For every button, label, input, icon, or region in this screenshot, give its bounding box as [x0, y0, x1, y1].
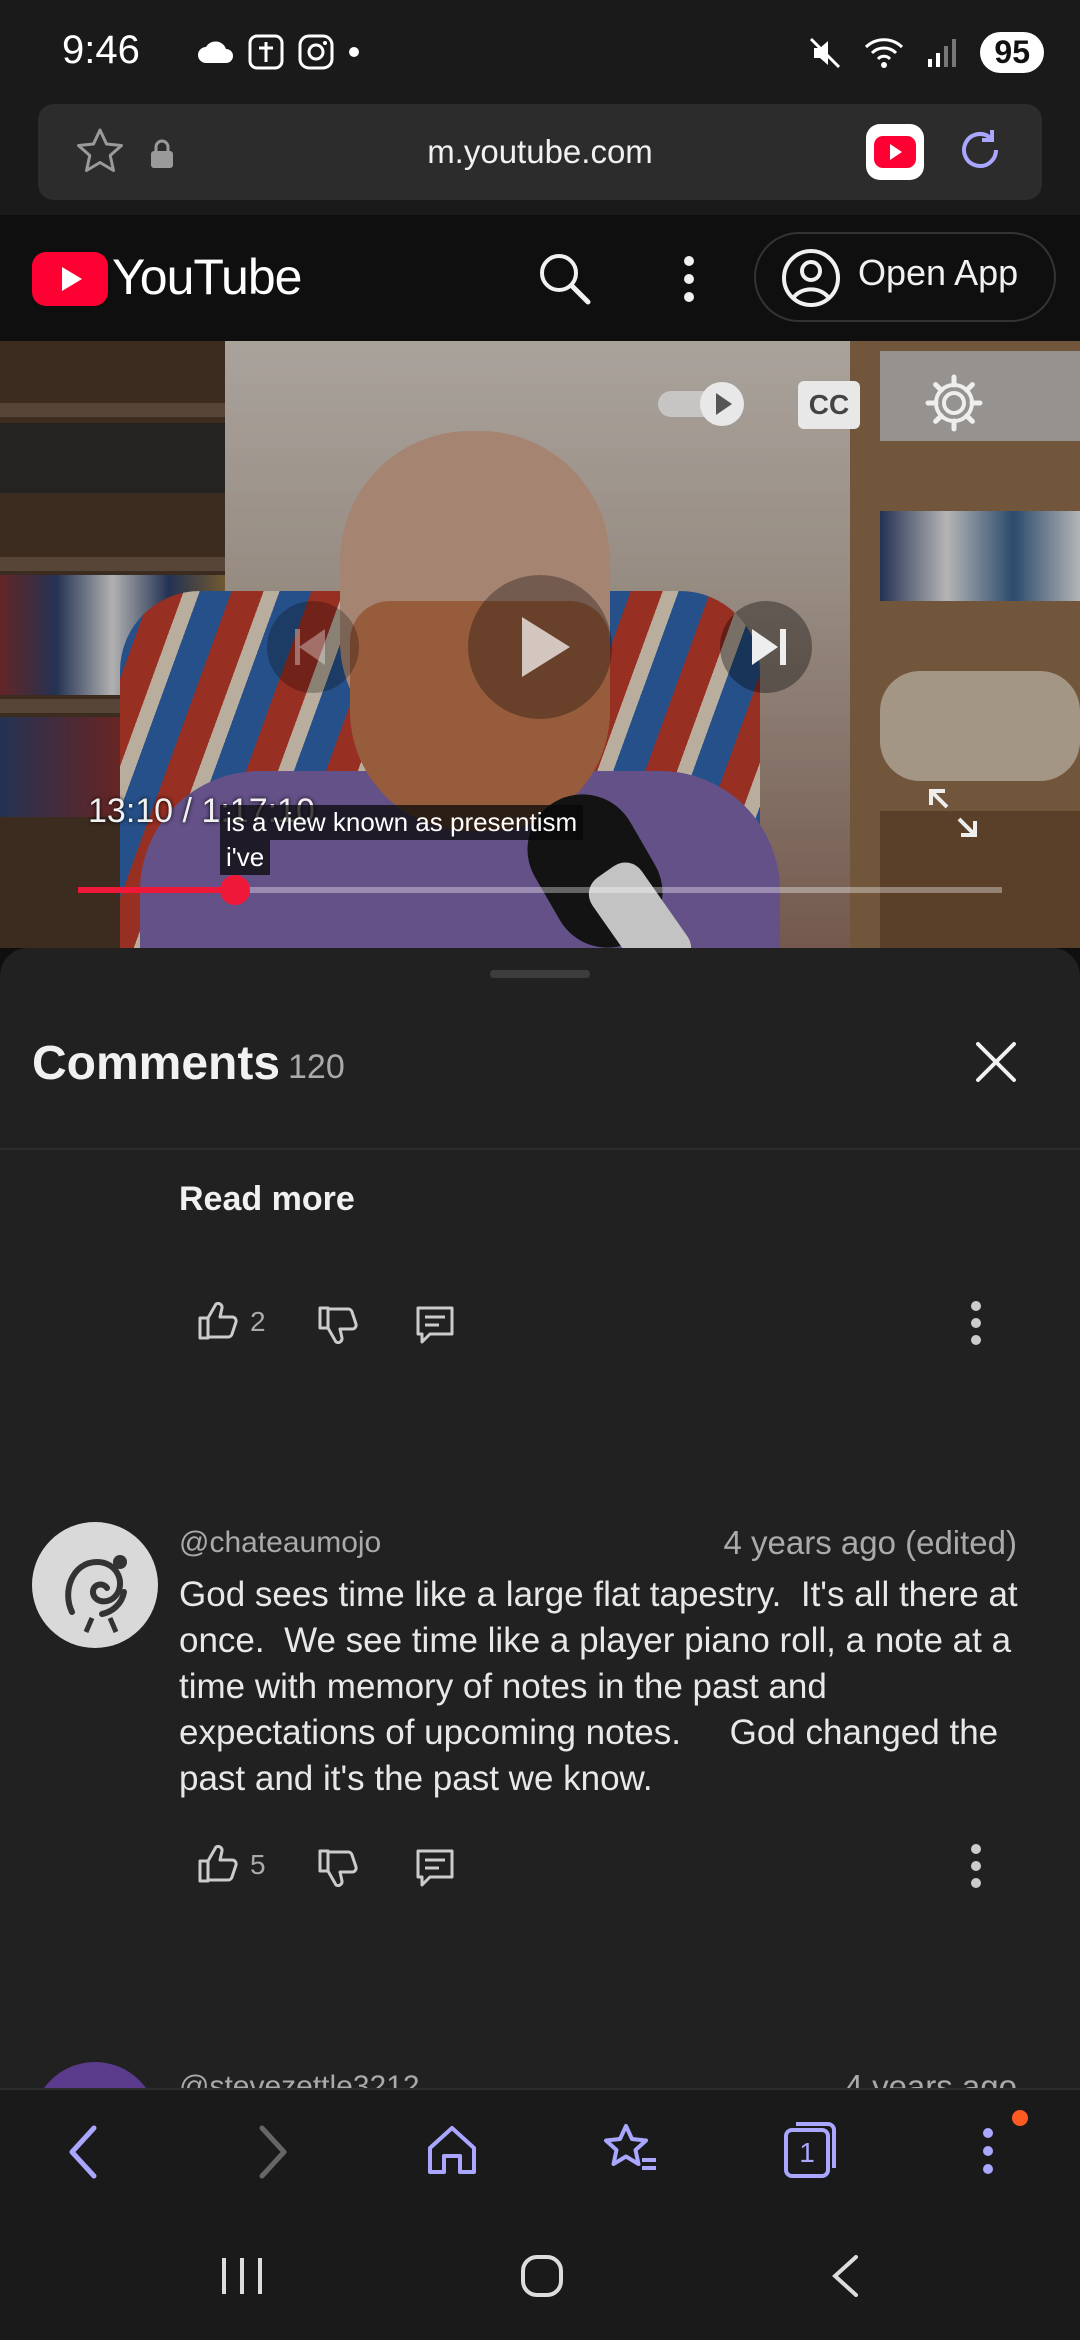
- battery-indicator: 95: [980, 32, 1044, 73]
- instagram-icon: [298, 34, 334, 70]
- like-icon[interactable]: [196, 1300, 238, 1342]
- comment-age: 4 years ago (edited): [723, 1524, 1017, 1561]
- comments-title: Comments: [32, 1037, 281, 1090]
- progress-fill: [78, 887, 235, 893]
- comments-panel: [0, 948, 1080, 2088]
- comment-menu-icon[interactable]: [968, 1300, 984, 1346]
- tab-count: 1: [799, 2137, 815, 2168]
- youtube-logo-text[interactable]: YouTube: [112, 248, 302, 306]
- dislike-icon[interactable]: [316, 1847, 358, 1889]
- comment-peek: @stevezettle3212 4 years ago: [0, 2060, 1080, 2088]
- home-button-icon[interactable]: [520, 2254, 564, 2298]
- browser-menu-icon[interactable]: [980, 2126, 996, 2176]
- browser-bottom-bar: [0, 2088, 1080, 2220]
- time-separator: /: [173, 792, 202, 830]
- comment-menu-icon[interactable]: [968, 1843, 984, 1889]
- back-icon[interactable]: [66, 2124, 100, 2180]
- more-options-icon[interactable]: [680, 254, 698, 304]
- system-back-icon[interactable]: [830, 2254, 860, 2298]
- comment-author[interactable]: @stevezettle3212: [179, 2070, 420, 2088]
- captions-button[interactable]: CC: [798, 381, 860, 429]
- divider: [0, 1148, 1080, 1150]
- status-icons-left: [196, 34, 360, 70]
- settings-gear-icon[interactable]: [924, 373, 984, 433]
- dislike-icon[interactable]: [316, 1304, 358, 1346]
- play-icon[interactable]: [466, 573, 614, 721]
- status-icons-right: 95: [808, 32, 1044, 73]
- tabs-button[interactable]: 1: [782, 2120, 838, 2180]
- forward-icon[interactable]: [256, 2124, 290, 2180]
- like-count: 2: [250, 1306, 266, 1337]
- notification-app-icon: [248, 34, 284, 70]
- like-icon[interactable]: [196, 1843, 238, 1885]
- previous-video-icon[interactable]: [265, 599, 361, 695]
- recent-apps-icon[interactable]: [220, 2256, 264, 2296]
- read-more-button[interactable]: Read more: [179, 1180, 355, 1219]
- caption-box: is a view known as presentism i've: [220, 805, 584, 875]
- search-icon[interactable]: [536, 250, 592, 306]
- time-current: 13:10: [88, 792, 174, 830]
- youtube-logo-icon[interactable]: [32, 252, 108, 306]
- comment-age: 4 years ago: [844, 2068, 1017, 2088]
- account-icon: [780, 247, 842, 309]
- dot-icon: [348, 46, 360, 58]
- reply-icon[interactable]: [414, 1304, 456, 1346]
- home-icon[interactable]: [424, 2122, 480, 2178]
- avatar[interactable]: [32, 1522, 158, 1648]
- drag-handle[interactable]: [490, 970, 590, 978]
- comment-text: God sees time like a large flat tapestry…: [179, 1575, 1028, 1798]
- next-video-icon[interactable]: [718, 599, 814, 695]
- cloud-icon: [196, 39, 234, 65]
- progress-scrubber[interactable]: [220, 875, 250, 905]
- lock-icon: [148, 138, 176, 170]
- caption-line: i've: [220, 840, 271, 875]
- comments-count: 120: [288, 1048, 345, 1086]
- comment-author[interactable]: @chateaumojo: [179, 1526, 381, 1560]
- signal-icon: [926, 37, 958, 69]
- caption-line: is a view known as presentism: [220, 805, 584, 840]
- mute-icon: [808, 36, 842, 70]
- reply-icon[interactable]: [414, 1847, 456, 1889]
- reload-icon[interactable]: [954, 124, 1006, 176]
- youtube-app-icon[interactable]: [866, 124, 924, 180]
- close-icon[interactable]: [974, 1040, 1018, 1084]
- autoplay-toggle[interactable]: [656, 379, 748, 429]
- bookmarks-icon[interactable]: [600, 2120, 660, 2180]
- fullscreen-icon[interactable]: [925, 785, 981, 841]
- notification-dot: [1012, 2110, 1028, 2126]
- bookmark-star-icon[interactable]: [74, 126, 126, 178]
- like-count: 5: [250, 1849, 266, 1880]
- wifi-icon: [864, 37, 904, 69]
- status-time: 9:46: [62, 28, 140, 72]
- open-app-label[interactable]: Open App: [858, 252, 1018, 294]
